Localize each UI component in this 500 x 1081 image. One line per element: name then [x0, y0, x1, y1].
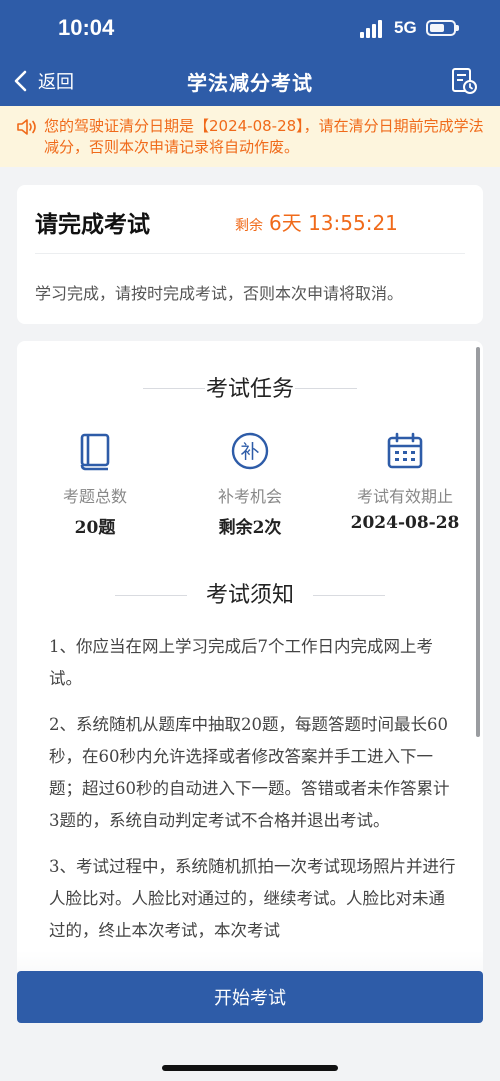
stat-total-questions: 考题总数 20题: [20, 431, 170, 538]
task-title: 考试任务: [205, 377, 294, 402]
rules-list: 1、你应当在网上学习完成后7个工作日内完成网上考试。 2、系统随机从题库中抽取2…: [49, 631, 459, 961]
makeup-icon: 补: [231, 432, 269, 470]
notice-text: 您的驾驶证清分日期是【2024-08-28】，请在清分日期前完成学法减分，否则本…: [44, 117, 484, 156]
countdown-label: 剩余: [235, 218, 263, 234]
status-bar: 10:04 5G: [0, 0, 500, 56]
rule-item: 3、考试过程中，系统随机抓拍一次考试现场照片并进行人脸比对。人脸比对通过的，继续…: [49, 857, 456, 940]
countdown: 剩余 6天 13:55:21: [235, 207, 398, 236]
makeup-glyph: 补: [240, 441, 259, 463]
stat-valid-until: 考试有效期止 2024-08-28: [330, 431, 480, 533]
battery-icon: [426, 20, 459, 36]
speaker-icon: [17, 119, 36, 135]
scrollbar[interactable]: [476, 347, 480, 737]
stat-makeup-chances: 补 补考机会 剩余2次: [175, 431, 325, 538]
nav-bar: 返回 学法减分考试: [0, 56, 500, 106]
start-exam-button[interactable]: 开始考试: [17, 971, 483, 1023]
divider: [295, 388, 357, 389]
exam-heading: 请完成考试: [35, 212, 150, 238]
stat-value: 2024-08-28: [350, 513, 460, 533]
home-indicator[interactable]: [162, 1065, 338, 1071]
signal-icon: [360, 20, 386, 38]
stat-label: 考试有效期止: [356, 487, 453, 506]
network-type: 5G: [394, 18, 417, 37]
status-time: 10:04: [58, 15, 115, 40]
exam-info-card: 考试任务 考题总数 20题 补 补考机会 剩余2次 考试有效期止 2024-08…: [17, 341, 483, 1001]
page-title: 学法减分考试: [187, 71, 313, 95]
stat-value: 剩余2次: [218, 518, 282, 538]
stat-label: 补考机会: [217, 487, 282, 506]
countdown-value: 6天 13:55:21: [269, 211, 398, 235]
exam-description: 学习完成，请按时完成考试，否则本次申请将取消。: [35, 284, 404, 303]
rule-item: 2、系统随机从题库中抽取20题，每题答题时间最长60秒，在60秒内允许选择或者修…: [49, 715, 450, 830]
stat-value: 20题: [74, 518, 116, 538]
rule-item: 1、你应当在网上学习完成后7个工作日内完成网上考试。: [49, 637, 433, 688]
book-icon: [80, 433, 110, 471]
divider: [313, 595, 385, 596]
exam-status-card: 请完成考试 剩余 6天 13:55:21 学习完成，请按时完成考试，否则本次申请…: [17, 185, 483, 324]
notice-banner: 您的驾驶证清分日期是【2024-08-28】，请在清分日期前完成学法减分，否则本…: [0, 106, 500, 167]
divider: [35, 253, 465, 254]
rules-title: 考试须知: [205, 583, 294, 608]
record-list-icon[interactable]: [450, 67, 478, 95]
calendar-icon: [387, 432, 423, 469]
stat-label: 考题总数: [62, 487, 127, 506]
